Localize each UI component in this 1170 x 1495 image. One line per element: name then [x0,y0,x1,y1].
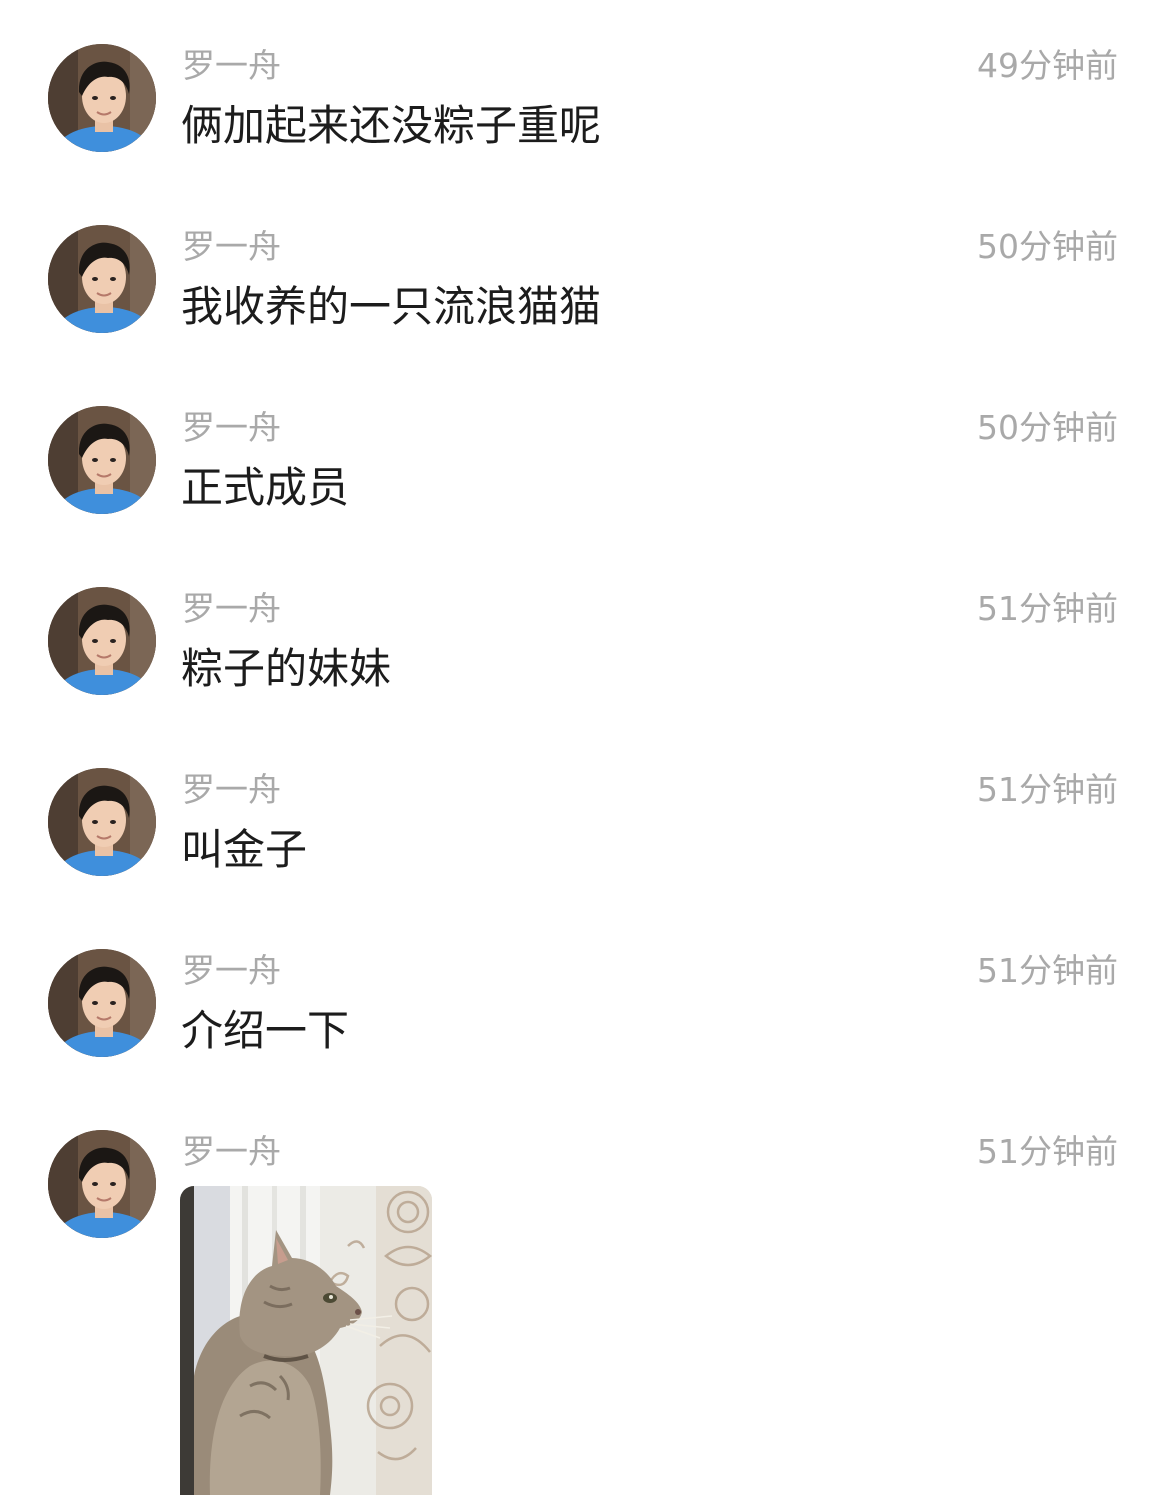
timestamp: 50分钟前 [977,408,1118,447]
avatar[interactable] [48,225,156,333]
avatar[interactable] [48,949,156,1057]
sender-name[interactable]: 罗一舟 [182,1132,281,1172]
message-text: 我收养的一只流浪猫猫 [181,282,602,331]
message-item[interactable]: 罗一舟 51分钟前 介绍一下 [0,905,1170,1086]
timestamp: 50分钟前 [977,227,1118,266]
sender-name[interactable]: 罗一舟 [182,46,281,86]
timestamp: 51分钟前 [977,770,1118,809]
sender-name[interactable]: 罗一舟 [182,951,281,991]
avatar[interactable] [48,768,156,876]
timestamp: 49分钟前 [977,46,1118,85]
comment-feed: 罗一舟 49分钟前 俩加起来还没粽子重呢 罗一舟 50分钟前 我收养的一只流浪猫… [0,0,1170,1495]
message-text: 介绍一下 [181,1006,350,1055]
cat-photo[interactable] [180,1186,432,1495]
message-item[interactable]: 罗一舟 51分钟前 叫金子 [0,724,1170,905]
timestamp: 51分钟前 [977,1132,1118,1171]
sender-name[interactable]: 罗一舟 [182,589,281,629]
message-item[interactable]: 罗一舟 50分钟前 我收养的一只流浪猫猫 [0,181,1170,362]
message-text: 正式成员 [181,463,350,512]
message-item[interactable]: 罗一舟 51分钟前 粽子的妹妹 [0,543,1170,724]
message-text: 粽子的妹妹 [181,644,392,693]
avatar[interactable] [48,587,156,695]
timestamp: 51分钟前 [977,951,1118,990]
message-item[interactable]: 罗一舟 51分钟前 [0,1086,1170,1495]
message-text: 叫金子 [181,825,308,874]
sender-name[interactable]: 罗一舟 [182,408,281,448]
message-item[interactable]: 罗一舟 49分钟前 俩加起来还没粽子重呢 [0,0,1170,181]
sender-name[interactable]: 罗一舟 [182,770,281,810]
sender-name[interactable]: 罗一舟 [182,227,281,267]
message-text: 俩加起来还没粽子重呢 [181,101,602,150]
message-item[interactable]: 罗一舟 50分钟前 正式成员 [0,362,1170,543]
avatar[interactable] [48,1130,156,1238]
timestamp: 51分钟前 [977,589,1118,628]
avatar[interactable] [48,406,156,514]
avatar[interactable] [48,44,156,152]
